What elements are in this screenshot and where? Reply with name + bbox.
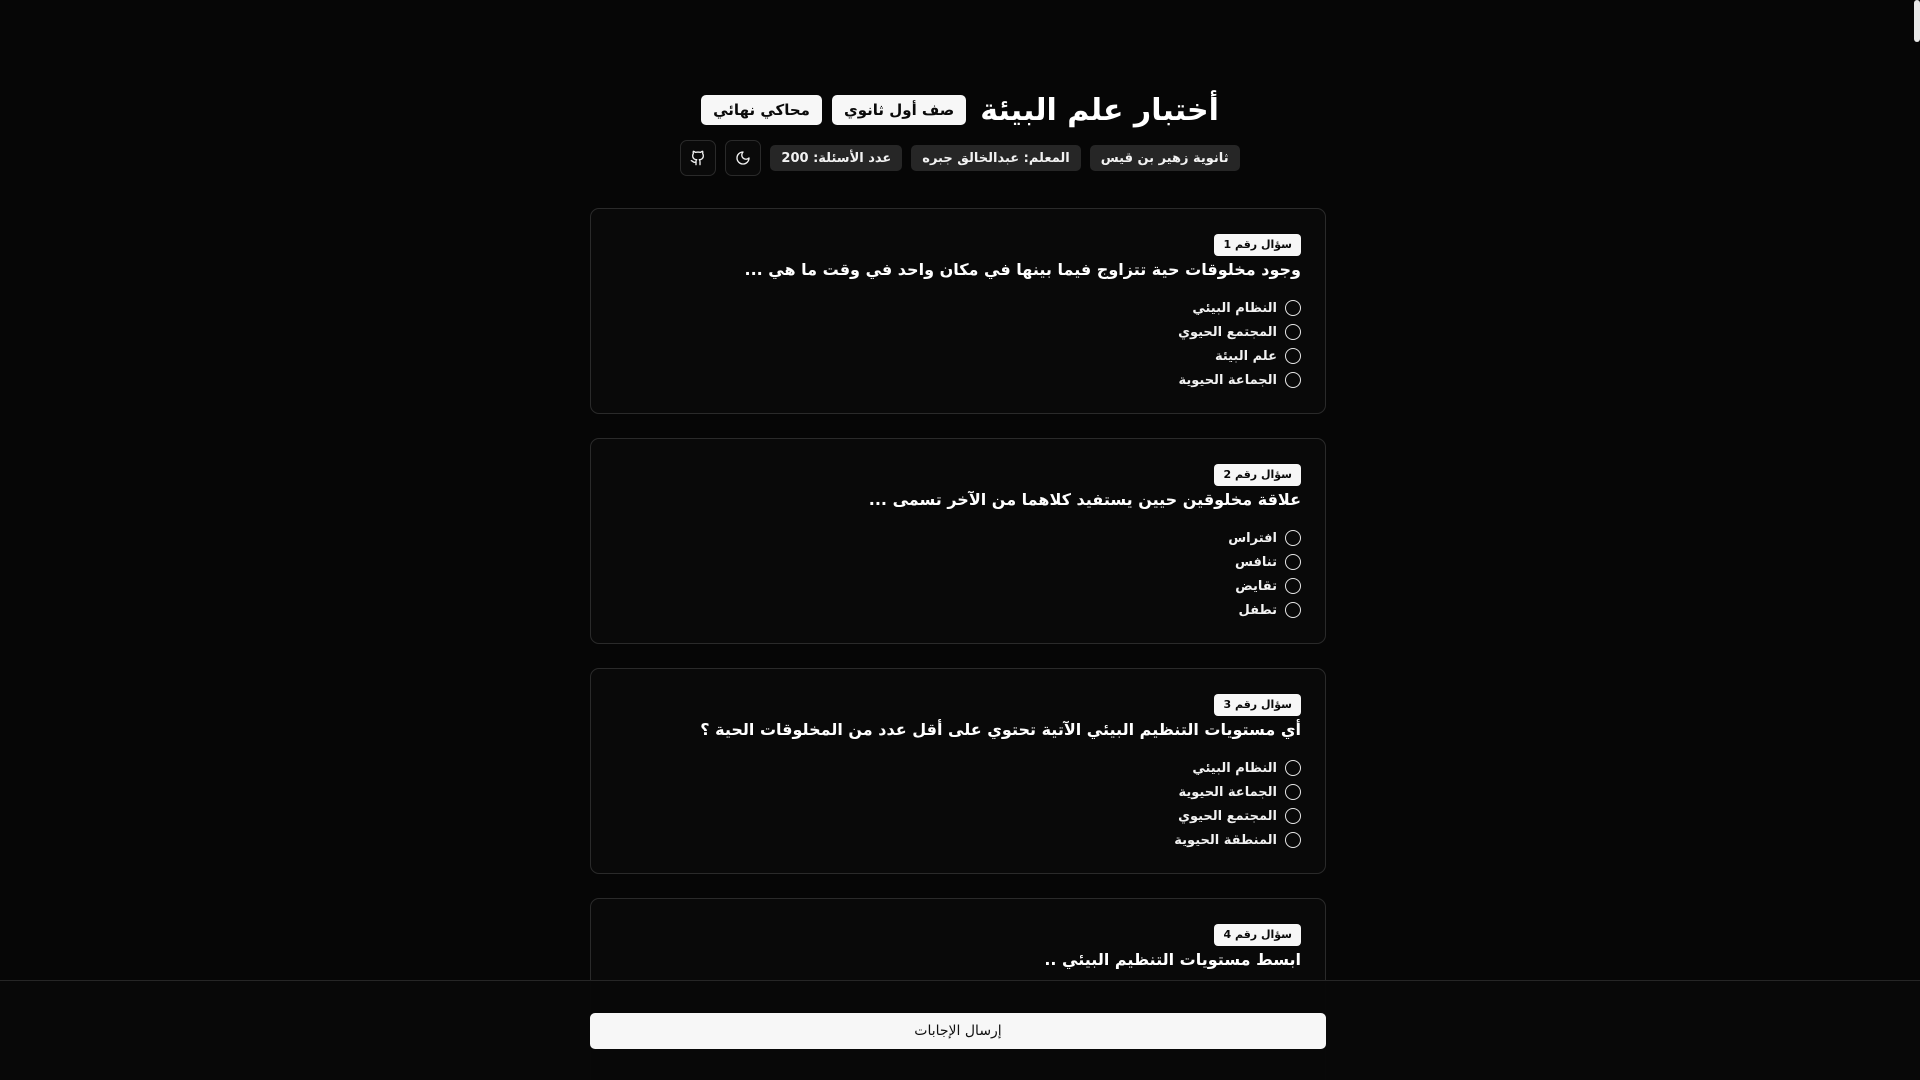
page-title: أختبار علم البيئة <box>980 92 1219 128</box>
answer-option-label: تطفل <box>1238 602 1277 618</box>
answer-option[interactable]: الجماعة الحيوية <box>615 780 1301 804</box>
answer-options: افتراس تنافس تقايض تطفل <box>615 526 1301 622</box>
answer-option[interactable]: الجماعة الحيوية <box>615 368 1301 392</box>
radio-button[interactable] <box>1285 808 1301 824</box>
radio-button[interactable] <box>1285 554 1301 570</box>
radio-button[interactable] <box>1285 784 1301 800</box>
radio-button[interactable] <box>1285 602 1301 618</box>
quiz-page: أختبار علم البيئة صف أول ثانوي محاكي نها… <box>0 0 1920 1080</box>
submit-answers-button[interactable]: إرسال الإجابات <box>590 1013 1326 1049</box>
page-header: أختبار علم البيئة صف أول ثانوي محاكي نها… <box>0 88 1920 180</box>
answer-option-label: الجماعة الحيوية <box>1178 784 1277 800</box>
answer-option[interactable]: النظام البيئي <box>615 296 1301 320</box>
school-badge: ثانوية زهير بن قيس <box>1089 145 1240 171</box>
question-number-badge: سؤال رقم 2 <box>1214 464 1301 486</box>
radio-button[interactable] <box>1285 530 1301 546</box>
question-card: سؤال رقم 1 وجود مخلوقات حية تتزاوج فيما ب… <box>590 208 1326 414</box>
question-text: وجود مخلوقات حية تتزاوج فيما بينها في مك… <box>744 260 1302 279</box>
question-text: أي مستويات التنظيم البيئي الآتية تحتوي ع… <box>700 720 1301 739</box>
radio-button[interactable] <box>1285 300 1301 316</box>
question-number-badge: سؤال رقم 3 <box>1214 694 1301 716</box>
answer-options: النظام البيئي الجماعة الحيوية المجتمع الحي… <box>615 756 1301 852</box>
meta-row: ثانوية زهير بن قيس المعلم: عبدالخالق جبر… <box>0 140 1920 176</box>
answer-options: النظام البيئي المجتمع الحيوي علم البيئة الج… <box>615 296 1301 392</box>
answer-option[interactable]: تقايض <box>615 574 1301 598</box>
answer-option-label: النظام البيئي <box>1192 760 1277 776</box>
radio-button[interactable] <box>1285 760 1301 776</box>
question-text: ابسط مستويات التنظيم البيئي .. <box>1044 950 1301 969</box>
answer-option[interactable]: المجتمع الحيوي <box>615 320 1301 344</box>
answer-option[interactable]: المنطقة الحيوية <box>615 828 1301 852</box>
answer-option-label: المنطقة الحيوية <box>1174 832 1277 848</box>
answer-option[interactable]: علم البيئة <box>615 344 1301 368</box>
scrollbar-thumb[interactable] <box>1914 0 1920 42</box>
mode-badge: محاكي نهائي <box>701 95 822 125</box>
question-list: سؤال رقم 1 وجود مخلوقات حية تتزاوج فيما ب… <box>590 208 1326 1080</box>
answer-option-label: تقايض <box>1235 578 1277 594</box>
radio-button[interactable] <box>1285 372 1301 388</box>
radio-button[interactable] <box>1285 348 1301 364</box>
radio-button[interactable] <box>1285 832 1301 848</box>
github-icon <box>691 150 705 166</box>
answer-option[interactable]: تنافس <box>615 550 1301 574</box>
answer-option-label: علم البيئة <box>1214 348 1277 364</box>
question-count-badge: عدد الأسئلة: 200 <box>770 145 903 171</box>
question-card: سؤال رقم 2 علاقة مخلوقين حيين يستفيد كلاه… <box>590 438 1326 644</box>
question-text: علاقة مخلوقين حيين يستفيد كلاهما من الآخ… <box>868 490 1301 509</box>
bottom-bar: إرسال الإجابات <box>0 980 1920 1080</box>
answer-option-label: المجتمع الحيوي <box>1178 808 1277 824</box>
answer-option[interactable]: المجتمع الحيوي <box>615 804 1301 828</box>
answer-option-label: تنافس <box>1235 554 1277 570</box>
answer-option-label: النظام البيئي <box>1192 300 1277 316</box>
answer-option-label: المجتمع الحيوي <box>1178 324 1277 340</box>
teacher-badge: المعلم: عبدالخالق جبره <box>911 145 1081 171</box>
radio-button[interactable] <box>1285 324 1301 340</box>
moon-icon <box>736 151 751 165</box>
question-number-badge: سؤال رقم 4 <box>1214 924 1301 946</box>
scrollbar-track[interactable] <box>1912 0 1920 980</box>
answer-option[interactable]: النظام البيئي <box>615 756 1301 780</box>
title-row: أختبار علم البيئة صف أول ثانوي محاكي نها… <box>0 88 1920 132</box>
radio-button[interactable] <box>1285 578 1301 594</box>
answer-option[interactable]: افتراس <box>615 526 1301 550</box>
question-card: سؤال رقم 3 أي مستويات التنظيم البيئي الآت… <box>590 668 1326 874</box>
answer-option[interactable]: تطفل <box>615 598 1301 622</box>
github-button[interactable] <box>680 140 717 176</box>
question-number-badge: سؤال رقم 1 <box>1214 234 1301 256</box>
theme-toggle-button[interactable] <box>725 140 762 176</box>
answer-option-label: الجماعة الحيوية <box>1178 372 1277 388</box>
grade-badge: صف أول ثانوي <box>831 95 967 125</box>
answer-option-label: افتراس <box>1228 530 1277 546</box>
